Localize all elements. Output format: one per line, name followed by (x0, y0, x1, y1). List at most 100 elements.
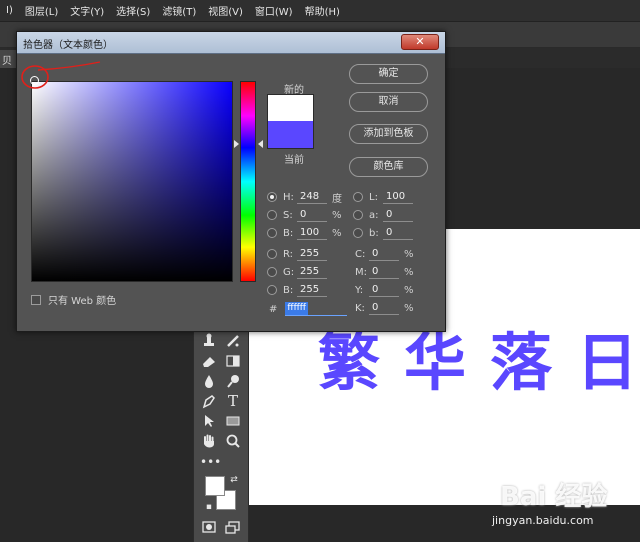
cmyk-c-input[interactable]: 0 (369, 247, 399, 261)
cmyk-m-unit: % (404, 266, 414, 278)
hsb-h-radio[interactable] (267, 192, 277, 202)
cmyk-c-unit: % (404, 248, 414, 260)
add-to-swatches-button[interactable]: 添加到色板 (349, 124, 428, 144)
saturation-brightness-field[interactable] (31, 81, 233, 282)
canvas-char: 日 (576, 326, 639, 399)
lab-l-input[interactable]: 100 (383, 190, 413, 204)
current-color-label: 当前 (284, 155, 304, 166)
hsb-s-input[interactable]: 0 (297, 208, 327, 222)
hue-slider-left-arrow-icon[interactable] (234, 140, 239, 148)
cmyk-c-label: C: (355, 248, 366, 260)
hsb-b-label: B: (283, 227, 294, 239)
rgb-r-row: R: 255 (267, 246, 327, 262)
color-libraries-button[interactable]: 颜色库 (349, 157, 428, 177)
type-icon[interactable]: T (224, 392, 242, 410)
more-icon[interactable]: ••• (200, 453, 221, 471)
menu-bar: I) 图层(L) 文字(Y) 选择(S) 滤镜(T) 视图(V) 窗口(W) 帮… (0, 0, 640, 22)
pen-icon[interactable] (200, 392, 218, 410)
hsb-b-input[interactable]: 100 (297, 226, 327, 240)
menu-window[interactable]: 窗口(W) (249, 3, 299, 18)
hex-input[interactable]: ffffff (285, 302, 348, 316)
eraser-icon[interactable] (200, 352, 218, 370)
screen-mode-icon[interactable] (224, 518, 242, 536)
foreground-color-swatch[interactable] (205, 476, 225, 496)
lab-l-radio[interactable] (353, 192, 363, 202)
rgb-r-label: R: (283, 248, 294, 260)
cmyk-k-label: K: (355, 302, 365, 314)
hex-row: # ffffff (269, 302, 348, 316)
lab-a-input[interactable]: 0 (383, 208, 413, 222)
menu-type[interactable]: 文字(Y) (64, 3, 110, 18)
lab-b-radio[interactable] (353, 228, 363, 238)
watermark-logo: Bai 经验 (500, 482, 608, 512)
lab-a-radio[interactable] (353, 210, 363, 220)
canvas-char: 华 (404, 326, 467, 399)
hsb-s-unit: % (332, 209, 342, 221)
gradient-icon[interactable] (224, 352, 242, 370)
quick-mask-icon[interactable] (200, 518, 218, 536)
stamp-icon[interactable] (200, 332, 218, 350)
swap-colors-icon[interactable]: ⇄ (228, 474, 240, 486)
cmyk-y-unit: % (404, 284, 414, 296)
color-field-marker[interactable] (30, 76, 39, 85)
hue-slider-right-arrow-icon[interactable] (258, 140, 263, 148)
hue-slider[interactable] (240, 81, 256, 282)
hand-icon[interactable] (200, 432, 218, 450)
menu-select[interactable]: 选择(S) (110, 3, 156, 18)
canvas-char: 繁 (318, 326, 381, 399)
web-colors-only-row: 只有 Web 颜色 (31, 292, 116, 307)
zoom-icon[interactable] (224, 432, 242, 450)
hsb-h-input[interactable]: 248 (297, 190, 327, 204)
cmyk-m-input[interactable]: 0 (369, 265, 399, 279)
hsb-s-radio[interactable] (267, 210, 277, 220)
hsb-h-row: H: 248 度 (267, 189, 342, 205)
cmyk-m-row: M: 0 % (355, 264, 414, 280)
lab-a-label: a: (369, 209, 379, 221)
hsb-h-label: H: (283, 191, 294, 203)
cmyk-y-input[interactable]: 0 (369, 283, 399, 297)
rectangle-icon[interactable] (224, 412, 242, 430)
lab-l-row: L: 100 (353, 189, 413, 205)
rgb-r-input[interactable]: 255 (297, 247, 327, 261)
rgb-b-row: B: 255 (267, 282, 327, 298)
dodge-icon[interactable] (224, 372, 242, 390)
rgb-g-input[interactable]: 255 (297, 265, 327, 279)
hsb-b-row: B: 100 % (267, 225, 342, 241)
cmyk-k-unit: % (404, 302, 414, 314)
menu-view[interactable]: 视图(V) (202, 3, 249, 18)
color-picker-dialog: 拾色器（文本颜色） ✕ 新的 当前 确定 取消 添加到色板 颜色库 H: 248… (16, 31, 446, 332)
lab-b-label: b: (369, 227, 379, 239)
dialog-titlebar[interactable]: 拾色器（文本颜色） ✕ (17, 32, 445, 54)
rgb-b-input[interactable]: 255 (297, 283, 327, 297)
hsb-s-row: S: 0 % (267, 207, 342, 223)
menu-filter[interactable]: 滤镜(T) (156, 3, 202, 18)
blur-icon[interactable] (200, 372, 218, 390)
menu-help[interactable]: 帮助(H) (299, 3, 346, 18)
hsb-b-unit: % (332, 227, 342, 239)
ok-button[interactable]: 确定 (349, 64, 428, 84)
heal-icon[interactable] (224, 332, 242, 350)
cmyk-y-label: Y: (355, 284, 364, 296)
current-color-swatch[interactable] (267, 121, 314, 149)
select-arrow-icon[interactable] (200, 412, 218, 430)
lab-b-input[interactable]: 0 (383, 226, 413, 240)
rgb-g-radio[interactable] (267, 267, 277, 277)
rgb-b-radio[interactable] (267, 285, 277, 295)
web-colors-only-checkbox[interactable] (31, 294, 41, 305)
cmyk-k-input[interactable]: 0 (369, 301, 399, 315)
menu-layer[interactable]: 图层(L) (19, 3, 64, 18)
rgb-g-label: G: (283, 266, 295, 278)
hsb-b-radio[interactable] (267, 228, 277, 238)
close-button[interactable]: ✕ (401, 34, 439, 50)
lab-b-row: b: 0 (353, 225, 413, 241)
cancel-button[interactable]: 取消 (349, 92, 428, 112)
rgb-r-radio[interactable] (267, 249, 277, 259)
cmyk-k-row: K: 0 % (355, 300, 414, 316)
menu-item[interactable]: I) (0, 5, 19, 16)
default-colors-icon[interactable]: ◾ (204, 502, 214, 512)
hsb-h-unit: 度 (332, 193, 342, 205)
lab-l-label: L: (369, 191, 378, 203)
hsb-s-label: S: (283, 209, 293, 221)
hex-hash-label: # (269, 303, 278, 315)
lab-a-row: a: 0 (353, 207, 413, 223)
